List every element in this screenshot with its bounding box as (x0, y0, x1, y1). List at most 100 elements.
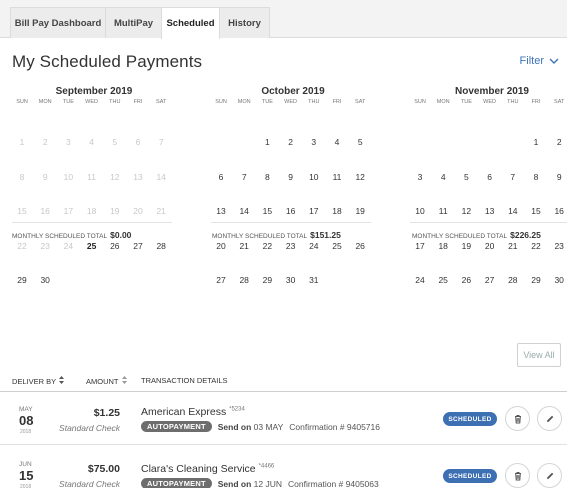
calendar-day[interactable]: 26 (103, 241, 127, 251)
tab-bill-pay-dashboard[interactable]: Bill Pay Dashboard (10, 7, 106, 38)
confirmation-number: Confirmation # 9405063 (288, 478, 379, 488)
calendar-day[interactable]: 26 (454, 275, 478, 285)
calendar-day[interactable]: 6 (478, 172, 502, 182)
calendar-day[interactable]: 28 (149, 241, 173, 251)
calendar-day[interactable]: 11 (325, 172, 349, 182)
weekday-label: FRI (133, 99, 143, 105)
calendar-day[interactable]: 25 (80, 241, 104, 251)
calendar-day[interactable]: 17 (302, 206, 326, 216)
calendar-day: 24 (63, 240, 74, 251)
calendar-day[interactable]: 29 (524, 275, 548, 285)
calendar-day[interactable]: 24 (408, 275, 432, 285)
edit-button[interactable] (537, 463, 562, 488)
calendar-day[interactable]: 14 (501, 206, 525, 216)
calendar-day[interactable]: 15 (255, 206, 279, 216)
calendar-day[interactable]: 28 (232, 275, 256, 285)
calendar-day[interactable]: 9 (279, 172, 303, 182)
calendar-day[interactable]: 28 (501, 275, 525, 285)
payment-row[interactable]: JUN 15 2018 $75.00 Standard Check Clara'… (0, 445, 567, 488)
deliver-year: 2018 (20, 429, 32, 435)
calendar-day[interactable]: 17 (408, 241, 432, 251)
calendar-day[interactable]: 26 (348, 241, 372, 251)
calendar-day[interactable]: 25 (431, 275, 455, 285)
calendar-day[interactable]: 18 (431, 241, 455, 251)
payee-name[interactable]: American Express *5234 (141, 406, 245, 418)
calendar-day[interactable]: 5 (348, 137, 372, 147)
calendar-day[interactable]: 30 (33, 275, 57, 285)
calendar-day: 10 (63, 171, 74, 182)
calendar-day: 3 (66, 137, 71, 147)
calendar-day[interactable]: 12 (454, 206, 478, 216)
calendar-day[interactable]: 23 (279, 241, 303, 251)
tab-multipay[interactable]: MultiPay (105, 7, 162, 38)
view-all-button[interactable]: View All (517, 343, 561, 367)
calendar-day[interactable]: 13 (209, 206, 233, 216)
calendar-day[interactable]: 19 (348, 206, 372, 216)
weekday-label: MON (38, 99, 52, 105)
calendar-day[interactable]: 3 (408, 172, 432, 182)
calendar-day[interactable]: 19 (454, 241, 478, 251)
calendar-day[interactable]: 27 (209, 275, 233, 285)
send-on-label: Send on (217, 421, 252, 432)
calendar-day[interactable]: 22 (524, 241, 548, 251)
calendar-day[interactable]: 20 (478, 241, 502, 251)
month-title: September 2019 (55, 86, 133, 97)
send-date: 03 MAY (253, 421, 284, 432)
calendar-day[interactable]: 7 (501, 172, 525, 182)
account-number: *5234 (229, 406, 245, 413)
weekday-label: SUN (16, 99, 28, 105)
calendar-day[interactable]: 8 (255, 172, 279, 182)
calendar-day[interactable]: 16 (279, 206, 303, 216)
payment-row[interactable]: MAY 08 2018 $1.25 Standard Check America… (0, 392, 567, 445)
calendar-day[interactable]: 25 (325, 241, 349, 251)
calendar-day[interactable]: 24 (302, 241, 326, 251)
confirmation-number: Confirmation # 9405716 (289, 421, 380, 432)
delete-button[interactable] (505, 463, 530, 488)
sort-deliver-by[interactable]: DELIVER BY (12, 376, 65, 386)
calendar-day[interactable]: 7 (232, 172, 256, 182)
calendar-day[interactable]: 30 (547, 275, 567, 285)
calendar-day[interactable]: 31 (302, 275, 326, 285)
calendar-day[interactable]: 4 (431, 172, 455, 182)
calendar-day[interactable]: 5 (454, 172, 478, 182)
calendar-day[interactable]: 2 (547, 137, 567, 147)
calendar-day[interactable]: 4 (325, 137, 349, 147)
calendar-day[interactable]: 6 (209, 172, 233, 182)
calendar-day[interactable]: 1 (255, 137, 279, 147)
calendar-day[interactable]: 13 (478, 206, 502, 216)
calendar-day[interactable]: 15 (524, 206, 548, 216)
calendar-day[interactable]: 21 (232, 241, 256, 251)
payee-name[interactable]: Clara's Cleaning Service *4466 (141, 463, 274, 475)
calendar-day[interactable]: 10 (408, 206, 432, 216)
calendar-day[interactable]: 14 (232, 206, 256, 216)
calendar-day[interactable]: 30 (279, 275, 303, 285)
calendar-day[interactable]: 1 (524, 137, 548, 147)
calendar-day[interactable]: 21 (501, 241, 525, 251)
chevron-down-icon (549, 58, 559, 64)
calendar-day[interactable]: 11 (431, 206, 455, 216)
calendar-day[interactable]: 27 (126, 241, 150, 251)
calendar-day[interactable]: 16 (547, 206, 567, 216)
calendar-day[interactable]: 23 (547, 241, 567, 251)
calendar-day[interactable]: 22 (255, 241, 279, 251)
calendar-day[interactable]: 12 (348, 172, 372, 182)
calendar-day[interactable]: 2 (279, 137, 303, 147)
calendar-day[interactable]: 18 (325, 206, 349, 216)
edit-button[interactable] (537, 406, 562, 431)
tab-history[interactable]: History (219, 7, 270, 38)
column-header-amount: AMOUNT (86, 376, 119, 386)
calendar-day[interactable]: 9 (547, 172, 567, 182)
payment-method: Standard Check (59, 479, 120, 488)
delete-button[interactable] (505, 406, 530, 431)
calendar-day[interactable]: 3 (302, 137, 326, 147)
tab-scheduled[interactable]: Scheduled (161, 7, 220, 39)
calendar-day[interactable]: 29 (10, 275, 34, 285)
calendar-day[interactable]: 29 (255, 275, 279, 285)
calendar-day[interactable]: 10 (302, 172, 326, 182)
sort-amount[interactable]: AMOUNT (86, 376, 127, 386)
filter-button[interactable]: Filter (520, 55, 559, 67)
send-date: 12 JUN (253, 478, 282, 488)
calendar-day[interactable]: 27 (478, 275, 502, 285)
calendar-day[interactable]: 8 (524, 172, 548, 182)
calendar-day[interactable]: 20 (209, 241, 233, 251)
